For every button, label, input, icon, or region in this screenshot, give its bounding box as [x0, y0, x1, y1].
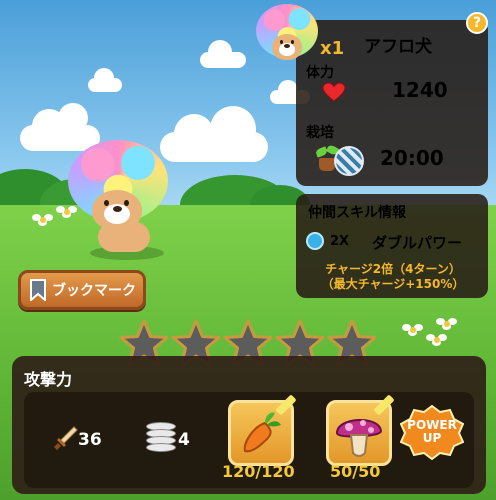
bookmark-label: ブックマーク [52, 283, 136, 299]
skill-name: ダブルパワー [372, 234, 463, 252]
cloud [160, 106, 268, 162]
cloud [88, 68, 122, 92]
seed-orb-icon [334, 146, 364, 176]
help-button[interactable]: ? [466, 12, 488, 34]
skill-arrow-icon [306, 232, 324, 250]
afro-dog-character[interactable] [64, 140, 174, 260]
character-avatar [256, 4, 318, 66]
attack-label: 攻撃力 [24, 370, 73, 389]
cultivation-timer: 20:00 [380, 146, 444, 170]
hp-value: 1240 [392, 78, 448, 102]
flower-icon [426, 334, 448, 346]
cultivation-label: 栽培 [306, 125, 334, 141]
bookmark-button[interactable]: ブックマーク [18, 270, 146, 310]
game-scene: ブックマーク x1 アフロ犬 ? 体力 1240 栽培 20:00 仲間スキル情… [0, 0, 496, 500]
level-badge: x1 [320, 38, 345, 59]
coin-value: 4 [178, 430, 190, 450]
sword-attack-value: 36 [78, 430, 102, 450]
power-up-line2: UP [422, 431, 442, 445]
flower-icon [32, 214, 54, 226]
skill-description: チャージ2倍（4ターン） （最大チャージ+150%） [321, 262, 465, 291]
mushroom-item-button[interactable] [326, 394, 395, 466]
power-up-button[interactable]: POWER UP [399, 404, 465, 461]
carrot-count: 120/120 [222, 462, 295, 481]
mushroom-count: 50/50 [330, 462, 381, 481]
flower-icon [436, 318, 458, 330]
carrot-item-button[interactable] [228, 394, 297, 466]
skill-multiplier: 2X [330, 234, 350, 249]
character-name: アフロ犬 [364, 37, 432, 57]
sword-icon [52, 424, 80, 452]
cloud [200, 40, 246, 68]
heart-icon [322, 82, 346, 102]
coin-stack-icon [146, 422, 176, 452]
skill-title: 仲間スキル情報 [308, 205, 406, 221]
bookmark-icon [29, 279, 47, 303]
flower-icon [402, 324, 424, 336]
hp-label: 体力 [306, 65, 334, 81]
